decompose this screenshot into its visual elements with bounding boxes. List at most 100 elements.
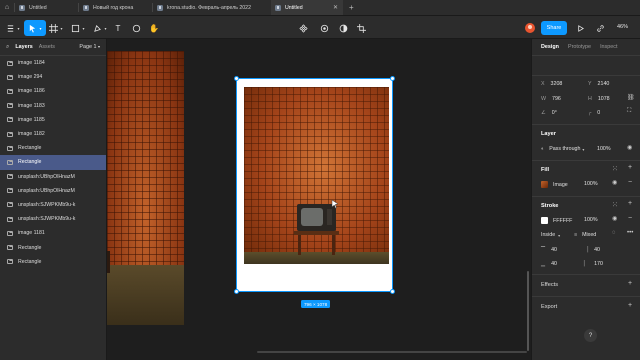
help-button[interactable]: ? xyxy=(584,329,597,342)
individual-strokes-icon[interactable]: ◌ xyxy=(612,230,616,236)
avatar[interactable] xyxy=(525,23,535,33)
canvas[interactable]: 796 × 1078 xyxy=(107,39,531,360)
eye-icon[interactable]: ◉ xyxy=(627,144,632,151)
tab-untitled-active[interactable]: Untitled ✕ xyxy=(271,0,343,15)
layer-item[interactable]: Rectangle xyxy=(0,155,106,170)
stroke-top-icon: ▔ xyxy=(541,247,546,253)
background-image[interactable] xyxy=(107,51,184,325)
figma-file-icon xyxy=(19,4,25,11)
search-icon[interactable]: ⌕ xyxy=(6,44,9,51)
stroke-opacity[interactable]: 100% xyxy=(584,217,598,223)
w-field[interactable]: W 796 xyxy=(541,96,561,102)
layer-item[interactable]: image 294 xyxy=(0,70,106,84)
eye-icon[interactable]: ◉ xyxy=(612,215,617,222)
divider xyxy=(532,196,640,197)
h-field[interactable]: H 1078 xyxy=(588,96,610,102)
constrain-proportions-icon[interactable]: ⛓ xyxy=(627,94,635,101)
resize-handle-tr[interactable] xyxy=(390,76,395,81)
play-icon[interactable] xyxy=(574,20,586,36)
layer-item[interactable]: unsplash:UBhpOlHnazM xyxy=(0,170,106,184)
stroke-weight-field[interactable]: ≡ Mixed xyxy=(574,232,596,238)
add-stroke-icon[interactable]: + xyxy=(628,200,632,207)
tab-inspect[interactable]: Inspect xyxy=(600,44,617,50)
vertical-scrollbar[interactable] xyxy=(527,271,529,351)
add-export-icon[interactable]: + xyxy=(628,302,632,309)
tab-layers[interactable]: Layers xyxy=(15,44,32,50)
more-options-icon[interactable]: ••• xyxy=(627,230,633,236)
tv-photo[interactable] xyxy=(244,87,389,264)
photo-floor xyxy=(244,252,389,264)
blend-mode-select[interactable]: ◐ Pass through ▾ xyxy=(541,146,584,152)
layer-item[interactable]: image 1182 xyxy=(0,127,106,141)
independent-corners-icon[interactable]: ⛶ xyxy=(627,108,631,115)
eye-icon[interactable]: ◉ xyxy=(612,179,617,186)
tab-design[interactable]: Design xyxy=(541,44,559,50)
pen-tool-icon[interactable]: ▾ xyxy=(92,20,108,36)
remove-stroke-icon[interactable]: − xyxy=(628,215,632,222)
rotation-field[interactable]: ∠ 0° xyxy=(541,110,557,116)
stroke-right-field[interactable]: ▕ 40 xyxy=(584,247,600,253)
text-tool-icon[interactable]: T xyxy=(112,20,124,36)
layer-item[interactable]: Rectangle xyxy=(0,255,106,269)
tab-prototype[interactable]: Prototype xyxy=(568,44,591,50)
component-icon[interactable] xyxy=(297,20,309,36)
comment-icon[interactable] xyxy=(130,20,142,36)
hand-tool-icon[interactable]: ✋ xyxy=(148,20,160,36)
radius-field[interactable]: ╭ 0 xyxy=(588,110,600,116)
y-field[interactable]: Y 2140 xyxy=(588,81,609,87)
layer-item[interactable]: image 1183 xyxy=(0,99,106,113)
layer-item[interactable]: image 1185 xyxy=(0,113,106,127)
image-edge xyxy=(107,251,110,273)
layer-item[interactable]: Rectangle xyxy=(0,141,106,155)
stroke-left-field[interactable]: ▏ 170 xyxy=(584,261,603,267)
page-selector[interactable]: Page 1 ▾ xyxy=(79,44,100,50)
stroke-top-field[interactable]: ▔ 40 xyxy=(541,247,557,253)
fill-row[interactable]: Image xyxy=(541,181,568,188)
figma-file-icon xyxy=(157,4,163,11)
layer-item[interactable]: unsplash:UBhpOlHnazM xyxy=(0,184,106,198)
y-value: 2140 xyxy=(597,81,610,87)
stroke-position-select[interactable]: Inside ▾ xyxy=(541,232,560,238)
stroke-bottom-field[interactable]: ▁ 40 xyxy=(541,261,557,267)
tab-assets[interactable]: Assets xyxy=(39,44,55,50)
shape-tool-icon[interactable]: ▾ xyxy=(70,20,86,36)
grid-styles-icon[interactable]: ⁙ xyxy=(612,201,618,209)
move-tool-icon[interactable]: ▾ xyxy=(24,20,46,36)
resize-handle-tl[interactable] xyxy=(234,76,239,81)
contrast-icon[interactable] xyxy=(337,20,349,36)
close-icon[interactable]: ✕ xyxy=(333,4,338,11)
tab-untitled-1[interactable]: Untitled xyxy=(15,0,78,15)
new-tab-icon[interactable]: + xyxy=(349,3,354,12)
layer-item[interactable]: unsplash:SJWPKMb9u-k xyxy=(0,198,106,212)
home-icon[interactable]: ⌂ xyxy=(0,0,14,15)
tab-novyi-god[interactable]: Новый год крона xyxy=(79,0,152,15)
layer-item[interactable]: Rectangle xyxy=(0,240,106,254)
resize-handle-br[interactable] xyxy=(390,289,395,294)
crop-icon[interactable] xyxy=(355,20,367,36)
horizontal-scrollbar[interactable] xyxy=(257,351,527,353)
divider xyxy=(532,160,640,161)
resize-handle-bl[interactable] xyxy=(234,289,239,294)
image-layer-icon xyxy=(7,188,13,194)
add-effect-icon[interactable]: + xyxy=(628,280,632,287)
layer-item[interactable]: unsplash:SJWPKMb9u-k xyxy=(0,212,106,226)
layer-item[interactable]: image 1186 xyxy=(0,84,106,98)
frame-tool-icon[interactable]: ▾ xyxy=(48,20,64,36)
layer-item[interactable]: image 1184 xyxy=(0,56,106,70)
image-layer-icon xyxy=(7,159,13,165)
layer-opacity[interactable]: 100% xyxy=(597,146,611,152)
link-icon[interactable] xyxy=(594,20,606,36)
share-button[interactable]: Share xyxy=(541,21,567,35)
figma-menu-icon[interactable]: ▾ xyxy=(6,20,20,36)
add-fill-icon[interactable]: + xyxy=(628,164,632,171)
x-field[interactable]: X 3208 xyxy=(541,81,562,87)
polaroid-frame[interactable] xyxy=(236,78,393,292)
remove-fill-icon[interactable]: − xyxy=(628,179,632,186)
zoom-level[interactable]: 46% xyxy=(617,24,628,30)
tab-krona-studio[interactable]: krona.studio. Февраль-апрель 2022 xyxy=(153,0,271,15)
stroke-color-row[interactable]: FFFFFF xyxy=(541,217,572,224)
layer-item[interactable]: image 1181 xyxy=(0,226,106,240)
fill-opacity[interactable]: 100% xyxy=(584,181,598,187)
grid-styles-icon[interactable]: ⁙ xyxy=(612,165,618,173)
mask-icon[interactable] xyxy=(318,20,330,36)
